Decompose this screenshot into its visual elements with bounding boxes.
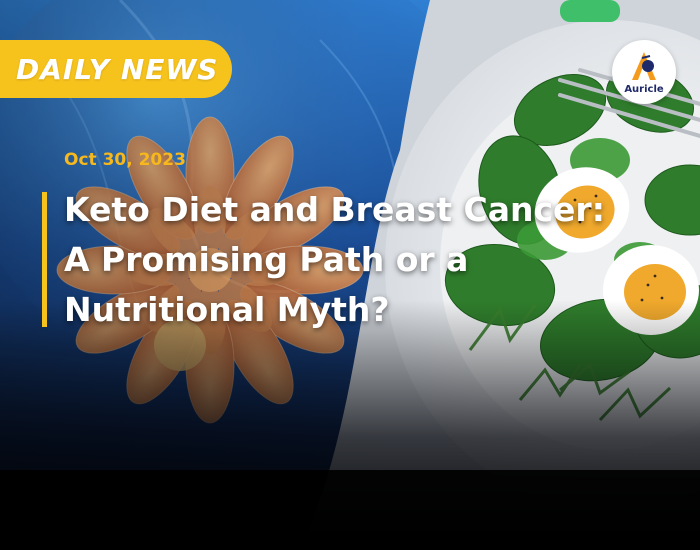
news-card: DAILY NEWS Auricle Oct 30, 2023 Keto Die… — [0, 0, 700, 550]
headline-accent-bar — [42, 192, 47, 327]
logo-icon — [632, 52, 656, 80]
headline-line: Nutritional Myth? — [64, 290, 390, 329]
logo-text: Auricle — [624, 84, 664, 95]
auricle-logo: Auricle — [612, 40, 676, 104]
headline-line: Keto Diet and Breast Cancer: — [64, 190, 605, 229]
daily-news-badge: DAILY NEWS — [0, 40, 232, 98]
headline-line: A Promising Path or a — [64, 240, 469, 279]
badge-label: DAILY NEWS — [16, 52, 219, 86]
article-date: Oct 30, 2023 — [64, 150, 186, 170]
article-headline: Keto Diet and Breast Cancer: A Promising… — [64, 185, 684, 335]
